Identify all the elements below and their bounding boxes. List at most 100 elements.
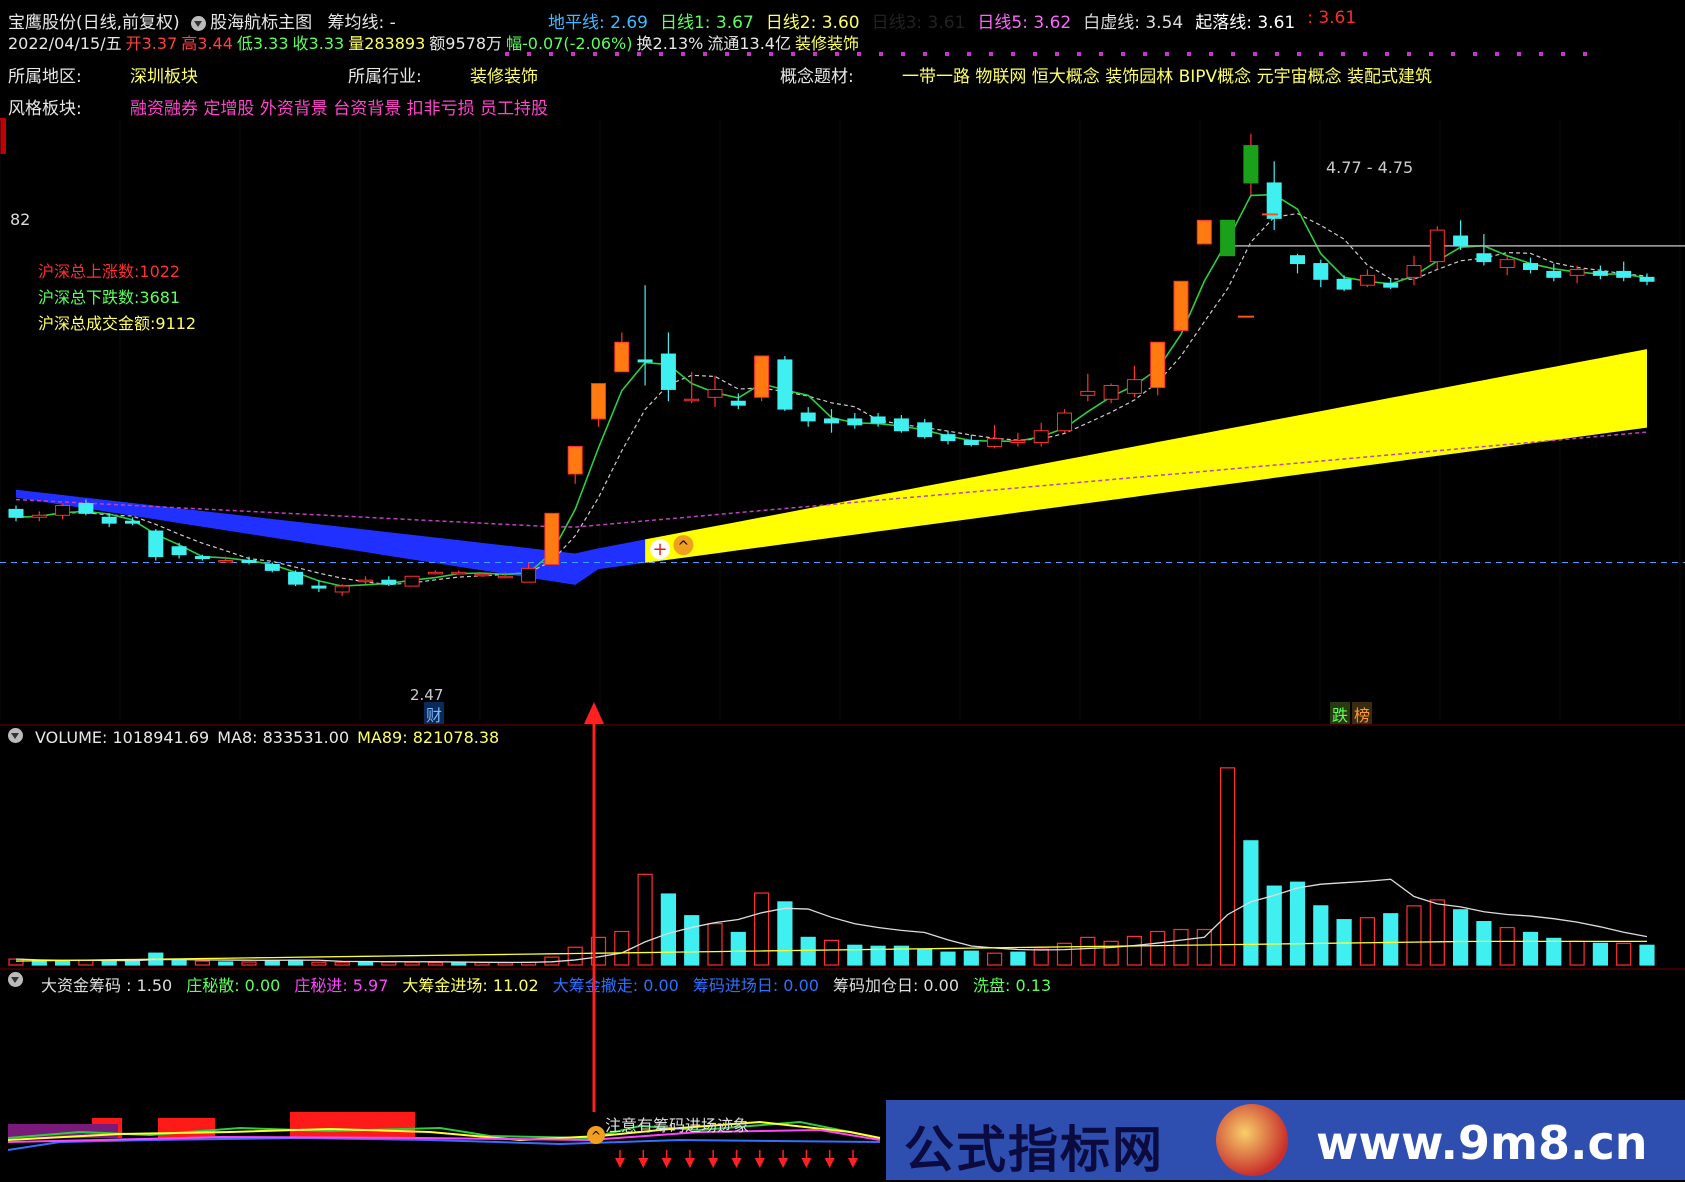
signal-dot: [1495, 52, 1499, 56]
signal-dot: [703, 52, 707, 56]
style-value[interactable]: 融资融券 定增股 外资背景 台资背景 扣非亏损 员工持股: [130, 94, 548, 119]
candle-body: [101, 516, 117, 524]
volume-bar: [101, 960, 117, 966]
volume-bar: [124, 960, 141, 966]
volume-chart[interactable]: [0, 750, 1685, 970]
signal-dot: [989, 52, 993, 56]
candle-body: [1616, 270, 1632, 278]
volume-bar: [1476, 921, 1492, 966]
volume-bar: [1383, 913, 1399, 966]
candle-body: [241, 560, 257, 563]
volume-bar: [707, 923, 723, 966]
volume-bar: [241, 961, 257, 966]
signal-dot: [615, 52, 619, 56]
signal-dot: [1363, 52, 1367, 56]
candle-body: [754, 355, 770, 398]
watermark-site-name: 公式指标网: [904, 1120, 1164, 1179]
candle-body: [171, 546, 187, 556]
candle-body: [218, 560, 234, 563]
indicator-line-0: [7, 1120, 881, 1140]
price-axis-value: 82: [10, 210, 31, 229]
market-up-count: 沪深总上涨数:1022: [38, 262, 181, 281]
site-watermark: 公式指标网 www.9m8.cn: [886, 1100, 1685, 1180]
signal-dot: [505, 52, 509, 56]
candle-body: [55, 504, 71, 516]
signal-dot: [1473, 52, 1477, 56]
candle-body: [684, 398, 700, 402]
volume-bar: [730, 931, 746, 966]
volume-bar: [1103, 940, 1119, 966]
candle-body: [288, 571, 304, 585]
signal-dot: [1011, 52, 1015, 56]
volume-bar: [1406, 905, 1422, 966]
indicator-dropdown-icon[interactable]: [191, 15, 207, 31]
bang-badge[interactable]: 榜: [1352, 702, 1373, 726]
buy-arrow-icon: [615, 1158, 625, 1168]
volume-bar: [357, 961, 374, 966]
signal-dot: [857, 52, 861, 56]
volume-bar: [986, 952, 1003, 966]
candle-body: [1453, 235, 1469, 247]
quote-high: 高3.44: [181, 34, 233, 53]
volume-bar: [823, 939, 840, 966]
industry-value[interactable]: 装修装饰: [470, 62, 538, 87]
candlestick-chart[interactable]: + ^: [0, 120, 1685, 732]
candle-body: [1243, 145, 1259, 184]
volume-bar: [1569, 940, 1585, 966]
volume-bar: [963, 950, 979, 966]
legend-line-3: 日线3: 3.61: [871, 13, 966, 33]
concept-value[interactable]: 一带一路 物联网 恒大概念 装饰园林 BIPV概念 元宇宙概念 装配式建筑: [902, 62, 1432, 87]
candle-body: [1406, 265, 1422, 278]
indicator-pane-dropdown-icon[interactable]: [8, 972, 23, 987]
die-badge[interactable]: 跌: [1330, 702, 1351, 726]
volume-bar: [451, 962, 467, 966]
candle-body: [334, 585, 350, 593]
candle-body: [1359, 274, 1375, 286]
volume-dropdown-icon[interactable]: [8, 728, 23, 743]
volume-bar: [1080, 936, 1096, 966]
signal-dot: [571, 52, 575, 56]
signal-dot: [1099, 52, 1103, 56]
volume-bar: [800, 936, 816, 966]
candle-body: [1499, 259, 1515, 268]
candle-body: [707, 388, 723, 398]
signal-dot: [1583, 52, 1587, 56]
candle-body: [591, 383, 606, 420]
signal-dot: [1209, 52, 1213, 56]
volume-bar: [753, 892, 770, 966]
chevron-glyph: ^: [678, 539, 690, 555]
capital-block: [290, 1112, 415, 1138]
signal-dot: [1143, 52, 1147, 56]
candle-body: [31, 514, 47, 518]
cai-badge[interactable]: 财: [424, 702, 445, 726]
signal-dot: [725, 52, 729, 56]
candle-body: [660, 353, 676, 390]
candle-body: [917, 422, 933, 438]
signal-dot-row: [0, 52, 1685, 58]
signal-dot: [1517, 52, 1521, 56]
quote-date: 2022/04/15/五: [8, 34, 122, 53]
volume-bar: [1499, 926, 1515, 966]
volume-bar: [1173, 928, 1189, 966]
volume-bar: [1359, 917, 1376, 966]
buy-arrow-icon: [708, 1158, 719, 1168]
signal-dot: [1253, 52, 1257, 56]
industry-label: 所属行业:: [348, 67, 422, 87]
volume-bar: [847, 944, 863, 966]
candle-body: [567, 445, 583, 475]
legend-line-6: 起落线: 3.61: [1195, 13, 1296, 33]
signal-dot: [1429, 52, 1433, 56]
market-turnover-total: 沪深总成交金额:9112: [38, 314, 197, 333]
volume-bar: [1546, 937, 1562, 966]
signal-dot: [681, 52, 685, 56]
volume-bar: [218, 961, 234, 966]
candle-body: [264, 563, 280, 571]
volume-bar: [1522, 931, 1539, 966]
candle-body: [963, 440, 979, 446]
candle-body: [730, 400, 746, 406]
candle-body: [358, 579, 373, 583]
candle-body: [1173, 280, 1189, 331]
region-value[interactable]: 深圳板块: [130, 62, 198, 87]
quote-low: 低3.33: [236, 34, 289, 53]
candle-body: [1196, 219, 1212, 245]
